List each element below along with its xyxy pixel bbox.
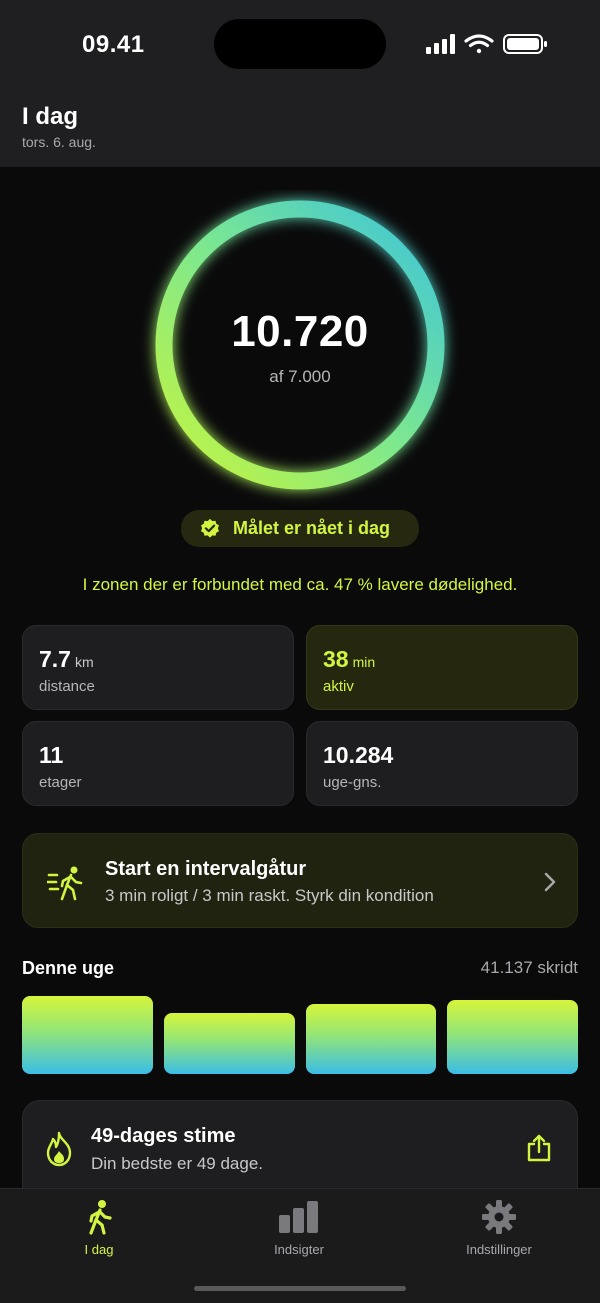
share-icon[interactable] [526, 1134, 552, 1162]
week-bar [447, 1000, 578, 1074]
step-goal: af 7.000 [269, 367, 331, 386]
interval-walk-title: Start en intervalgåtur [105, 858, 307, 880]
streak-title: 49-dages stime [91, 1125, 236, 1147]
header: I dag tors. 6. aug. [0, 90, 600, 167]
stat-value: 11 [39, 742, 64, 768]
interval-walk-subtitle: 3 min roligt / 3 min raskt. Styrk din ko… [105, 886, 434, 905]
tab-label: Indsigter [274, 1242, 324, 1257]
flame-icon [46, 1131, 72, 1167]
stat-tile-weekly-average[interactable]: 10.284 uge-gns. [306, 721, 578, 806]
stat-tile-active[interactable]: 38 min aktiv [306, 625, 578, 710]
streak-subtitle: Din bedste er 49 dage. [91, 1154, 264, 1173]
interval-walk-card[interactable]: Start en intervalgåtur 3 min roligt / 3 … [22, 833, 578, 928]
tab-label: I dag [84, 1242, 114, 1257]
tab-label: Indstillinger [466, 1242, 532, 1257]
week-title: Denne uge [22, 958, 115, 978]
chevron-right-icon [544, 872, 556, 892]
stat-value: 7.7 [39, 646, 71, 672]
battery-icon [503, 34, 547, 54]
page-date: tors. 6. aug. [22, 134, 96, 150]
step-progress-ring: 10.720 af 7.000 [140, 190, 460, 510]
stat-label: uge-gns. [323, 774, 382, 791]
wifi-icon [464, 34, 494, 54]
status-time: 09.41 [82, 31, 145, 58]
status-bar: 09.41 [0, 0, 600, 90]
home-indicator[interactable] [194, 1286, 406, 1291]
tab-today[interactable]: I dag [19, 1199, 179, 1257]
week-bar [163, 1013, 295, 1074]
week-bar-chart [22, 994, 578, 1074]
week-bar [22, 996, 153, 1074]
stat-unit: km [74, 654, 94, 670]
bar-chart-icon [279, 1201, 318, 1233]
stat-value: 10.284 [323, 742, 394, 768]
goal-badge-label: Målet er nået i dag [233, 518, 391, 538]
week-bar [305, 1004, 437, 1074]
page-title: I dag [22, 103, 79, 130]
walking-icon [89, 1200, 112, 1235]
tab-settings[interactable]: Indstillinger [419, 1199, 579, 1257]
stat-label: distance [39, 678, 95, 695]
health-zone-text: I zonen der er forbundet med ca. 47 % la… [82, 575, 518, 594]
status-icons [424, 33, 549, 55]
stat-label: etager [39, 774, 82, 791]
goal-reached-badge: Målet er nået i dag [181, 510, 419, 547]
signal-icon [426, 34, 455, 54]
stat-unit: min [352, 654, 376, 670]
walking-fast-icon [47, 866, 83, 901]
gear-icon [482, 1200, 516, 1234]
step-count: 10.720 [231, 307, 369, 356]
stat-tile-distance[interactable]: 7.7 km distance [22, 625, 294, 710]
week-total: 41.137 skridt [480, 958, 578, 977]
dynamic-island [214, 19, 386, 69]
stat-tile-floors[interactable]: 11 etager [22, 721, 294, 806]
stat-label: aktiv [323, 678, 354, 695]
stat-value: 38 [323, 646, 349, 672]
tab-insights[interactable]: Indsigter [219, 1199, 379, 1257]
check-badge-icon [201, 518, 219, 538]
